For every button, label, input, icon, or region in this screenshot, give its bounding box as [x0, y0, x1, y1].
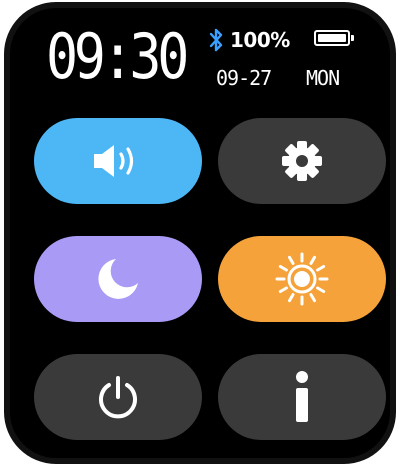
- battery-fill: [318, 34, 346, 42]
- moon-icon: [98, 259, 138, 299]
- sun-icon: [275, 252, 329, 306]
- date-text: 09-27: [216, 66, 272, 90]
- speaker-icon: [94, 145, 134, 177]
- battery-percentage: 100%: [230, 28, 290, 52]
- gear-icon: [282, 141, 322, 181]
- info-icon: [296, 371, 308, 422]
- brightness-button[interactable]: [218, 236, 386, 322]
- bluetooth-icon: [209, 28, 223, 52]
- sound-toggle-button[interactable]: [34, 118, 202, 204]
- power-button[interactable]: [34, 354, 202, 440]
- info-button[interactable]: [218, 354, 386, 440]
- power-icon: [99, 376, 137, 419]
- clock-time: 09:30: [46, 20, 189, 93]
- battery-icon: [314, 30, 354, 46]
- do-not-disturb-toggle-button[interactable]: [34, 236, 202, 322]
- weekday-text: MON: [306, 66, 340, 90]
- settings-button[interactable]: [218, 118, 386, 204]
- watch-screen: 09:30 100% 09-27 MON: [10, 8, 390, 458]
